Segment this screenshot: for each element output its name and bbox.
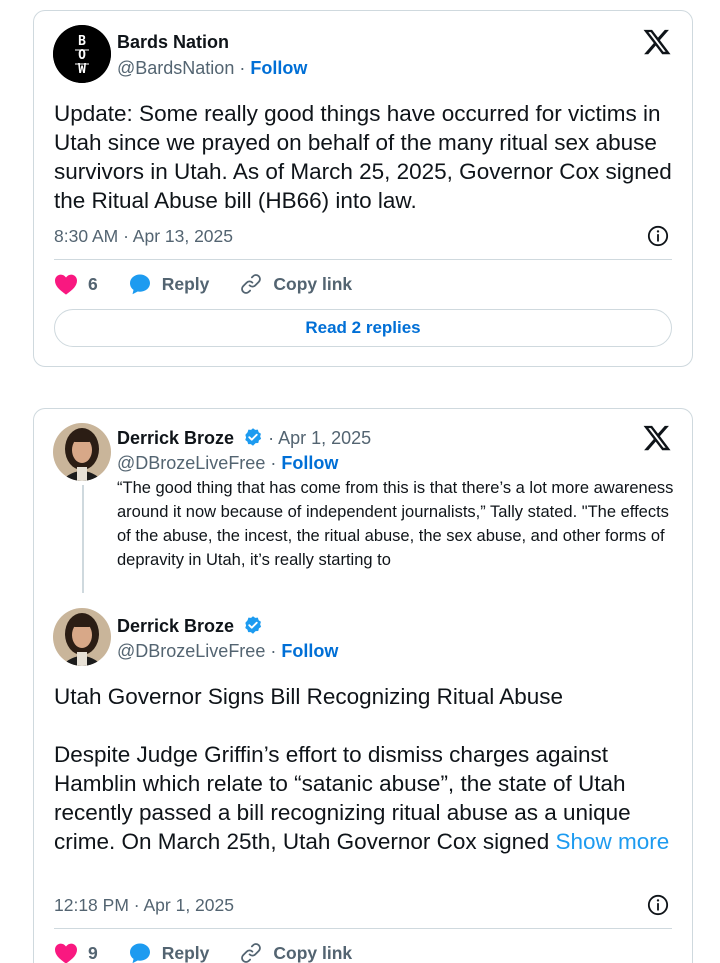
quoted-follow-link[interactable]: Follow bbox=[281, 453, 338, 473]
profile-photo-icon bbox=[53, 608, 111, 666]
divider bbox=[54, 259, 672, 260]
action-bar: 6 Reply Copy link bbox=[54, 272, 382, 296]
avatar-derrick-broze[interactable] bbox=[53, 423, 111, 481]
reply-bubble-icon bbox=[129, 943, 150, 963]
quoted-author-name[interactable]: Derrick Broze bbox=[117, 428, 234, 448]
x-logo-icon[interactable] bbox=[642, 27, 672, 57]
like-count: 6 bbox=[88, 273, 98, 294]
main-author-row: Derrick Broze bbox=[117, 615, 263, 637]
action-bar: 9 Reply Copy link bbox=[54, 941, 382, 963]
like-button[interactable]: 6 bbox=[54, 273, 98, 295]
tweet-text: Update: Some really good things have occ… bbox=[54, 101, 672, 213]
like-count: 9 bbox=[88, 942, 98, 963]
handle-separator: · bbox=[270, 641, 277, 661]
read-replies-button[interactable]: Read 2 replies bbox=[54, 309, 672, 347]
quoted-author-row: Derrick Broze · Apr 1, 2025 bbox=[117, 427, 371, 449]
author-handle[interactable]: @BardsNation bbox=[117, 58, 234, 78]
info-icon[interactable] bbox=[647, 894, 669, 916]
main-author-handle[interactable]: @DBrozeLiveFree bbox=[117, 641, 265, 661]
reply-button[interactable]: Reply bbox=[128, 272, 210, 296]
heart-icon bbox=[55, 943, 77, 963]
avatar-derrick-broze-main[interactable] bbox=[53, 608, 111, 666]
copy-link-button[interactable]: Copy link bbox=[239, 272, 352, 296]
reply-label: Reply bbox=[161, 942, 210, 963]
reply-bubble-icon bbox=[129, 274, 150, 295]
handle-separator: · bbox=[270, 453, 277, 473]
quoted-date[interactable]: · Apr 1, 2025 bbox=[268, 428, 371, 448]
copy-link-label: Copy link bbox=[273, 273, 353, 294]
main-handle-row: @DBrozeLiveFree · Follow bbox=[117, 641, 338, 662]
main-tweet-text: Despite Judge Griffin’s effort to dismis… bbox=[54, 742, 631, 854]
verified-badge-icon bbox=[245, 428, 262, 446]
avatar-bards-nation[interactable]: B O W bbox=[53, 25, 111, 83]
svg-text:B: B bbox=[78, 34, 86, 49]
reply-label: Reply bbox=[161, 273, 210, 294]
reply-button[interactable]: Reply bbox=[128, 941, 210, 963]
main-author-name[interactable]: Derrick Broze bbox=[117, 616, 234, 636]
copy-link-label: Copy link bbox=[273, 942, 353, 963]
follow-link[interactable]: Follow bbox=[250, 58, 307, 78]
verified-badge-icon bbox=[245, 616, 262, 634]
main-tweet-text-block: Despite Judge Griffin’s effort to dismis… bbox=[54, 740, 672, 856]
heart-icon bbox=[55, 274, 77, 295]
copy-link-button[interactable]: Copy link bbox=[239, 941, 352, 963]
link-icon bbox=[241, 274, 262, 294]
divider bbox=[54, 928, 672, 929]
author-name[interactable]: Bards Nation bbox=[117, 32, 229, 53]
quoted-tweet-text: “The good thing that has come from this … bbox=[117, 479, 674, 569]
show-more-link[interactable]: Show more bbox=[555, 829, 669, 854]
info-icon[interactable] bbox=[647, 225, 669, 247]
main-follow-link[interactable]: Follow bbox=[281, 641, 338, 661]
profile-photo-icon bbox=[53, 423, 111, 481]
author-handle-row: @BardsNation · Follow bbox=[117, 58, 307, 79]
x-logo-icon[interactable] bbox=[642, 423, 672, 453]
handle-separator: · bbox=[239, 58, 246, 78]
like-button[interactable]: 9 bbox=[54, 942, 98, 963]
link-icon bbox=[241, 943, 262, 963]
main-tweet-timestamp[interactable]: 12:18 PM · Apr 1, 2025 bbox=[54, 895, 234, 916]
quoted-handle-row: @DBrozeLiveFree · Follow bbox=[117, 453, 338, 474]
quoted-author-handle[interactable]: @DBrozeLiveFree bbox=[117, 453, 265, 473]
thread-line bbox=[82, 485, 84, 593]
tweet-timestamp[interactable]: 8:30 AM · Apr 13, 2025 bbox=[54, 226, 233, 247]
tweet-card-bards-nation: B O W Bards Nation @BardsNation · Follow… bbox=[33, 10, 693, 367]
tweet-card-derrick-broze: Derrick Broze · Apr 1, 2025 @DBrozeLiveF… bbox=[33, 408, 693, 963]
bow-logo-icon: B O W bbox=[53, 25, 111, 83]
main-tweet-headline: Utah Governor Signs Bill Recognizing Rit… bbox=[54, 684, 564, 709]
